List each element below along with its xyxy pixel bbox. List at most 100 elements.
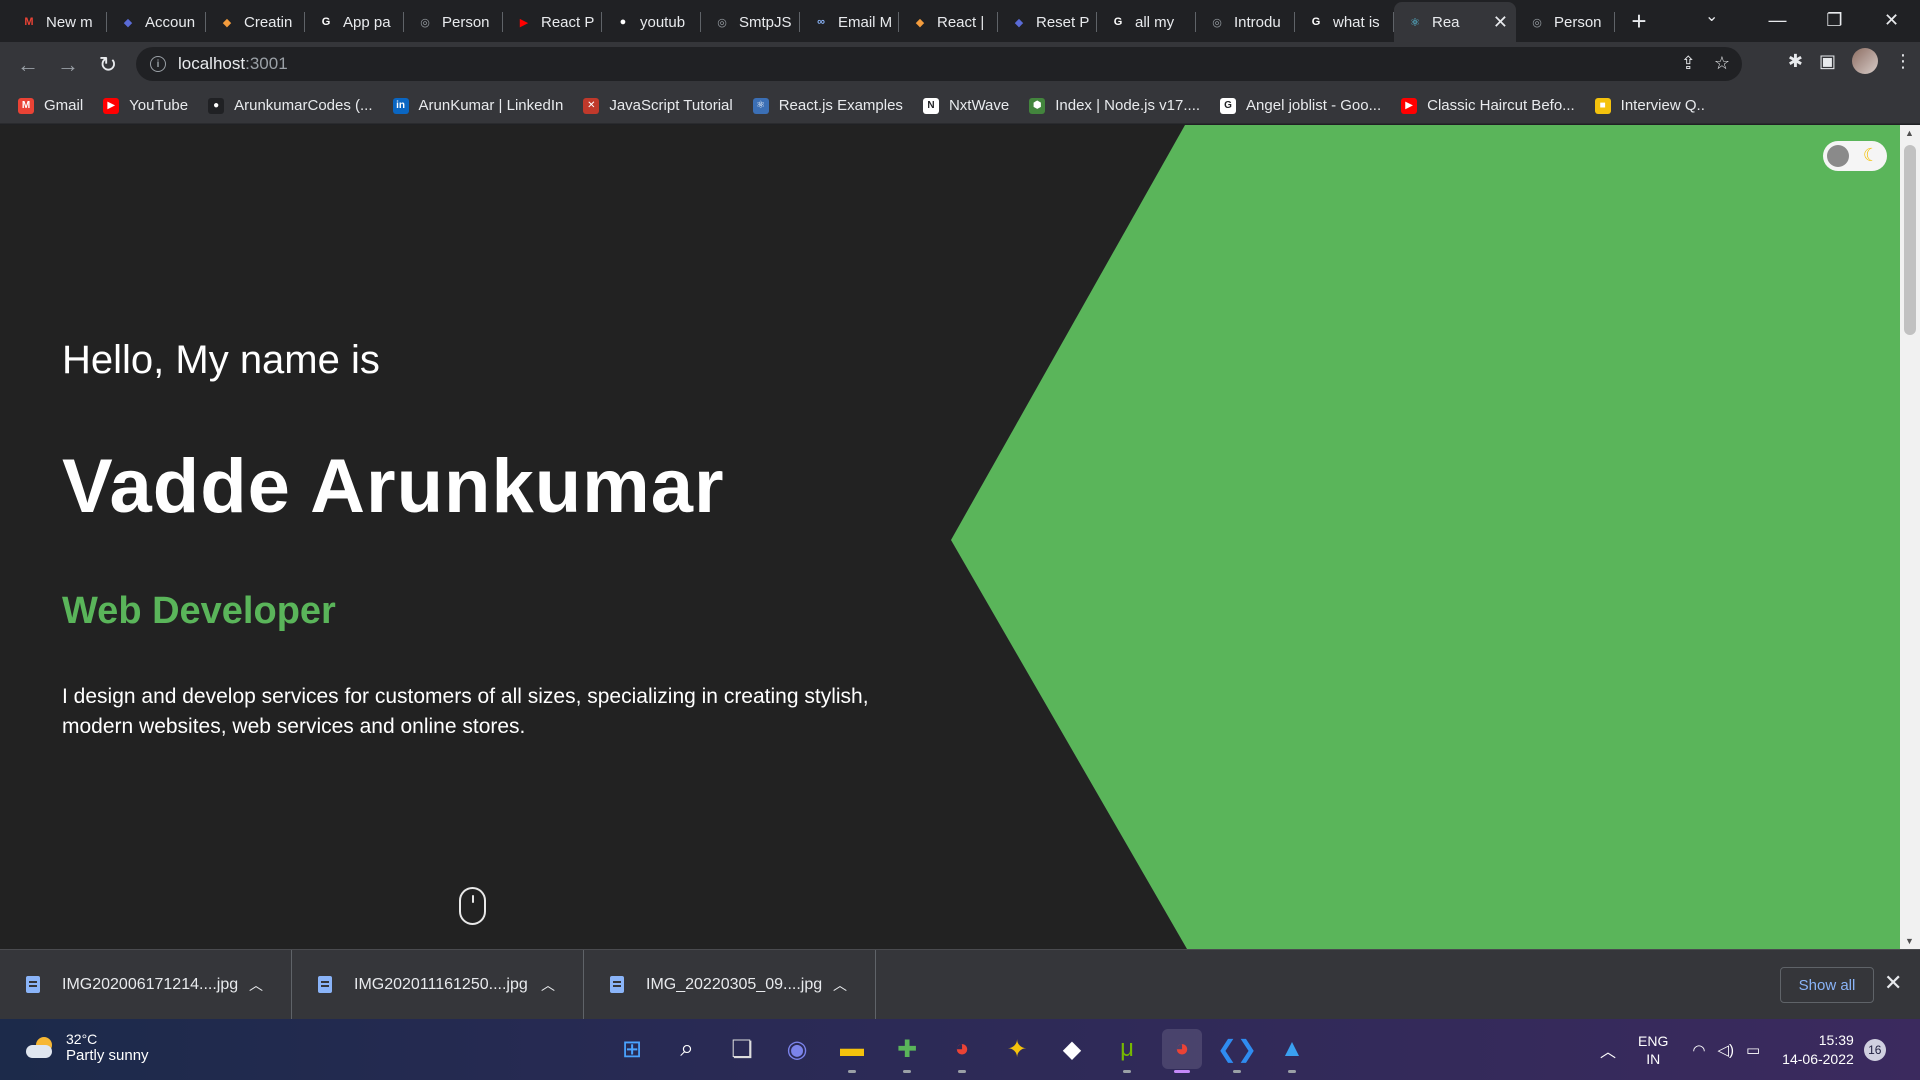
close-tab-icon[interactable]: ✕ [1493,12,1508,33]
tab-title: New m [46,13,93,31]
wifi-icon[interactable]: ◠ [1692,1041,1705,1059]
teams-chat-icon[interactable]: ◉ [777,1029,817,1069]
browser-tab[interactable]: Gall my [1097,2,1196,42]
bookmark-favicon-icon: ⚛ [752,97,769,114]
notification-badge[interactable]: 16 [1863,1038,1886,1061]
side-panel-icon[interactable]: ▣ [1819,51,1836,72]
download-list: IMG202006171214....jpg ︿ IMG202011161250..… [0,949,876,1020]
browser-tab[interactable]: ◆ React | [899,2,998,42]
scroll-down-arrow[interactable]: ▼ [1905,936,1914,946]
download-item[interactable]: IMG_20220305_09....jpg ︿ [584,949,876,1020]
tab-list: M New m ◆ Accoun ◆ Creatin G App pa ◎ Person ▶ Reac… [0,0,1615,42]
app-icon[interactable]: ✚ [887,1029,927,1073]
browser-tab[interactable]: ◎ Person [404,2,503,42]
portfolio-page: Hello, My name is Vadde Arunkumar Web De… [0,125,1900,949]
tab-title: Reset P [1036,13,1089,31]
browser-tab[interactable]: ◎ SmtpJS [701,2,800,42]
bookmark-item[interactable]: G Angel joblist - Goo... [1220,97,1381,114]
bookmark-label: JavaScript Tutorial [609,97,733,114]
python-app-icon[interactable]: ✦ [997,1029,1037,1069]
bookmark-item[interactable]: ⬢ Index | Node.js v17.... [1029,97,1200,114]
language-indicator[interactable]: ENG IN [1638,1032,1668,1068]
back-button[interactable]: ← [8,45,48,85]
download-item[interactable]: IMG202011161250....jpg ︿ [292,949,584,1020]
url-text[interactable]: localhost:3001 [178,54,288,74]
scroll-mouse-icon[interactable] [459,887,486,925]
restore-button[interactable]: ❐ [1806,10,1863,31]
show-hidden-icons-icon[interactable]: ︿ [1600,1038,1616,1062]
chrome-profile-icon[interactable]: ◕ [1162,1029,1202,1073]
browser-tab[interactable]: ◆ Creatin [206,2,305,42]
bookmark-item[interactable]: ● ArunkumarCodes (... [208,97,373,114]
scrollbar-thumb[interactable] [1904,145,1916,335]
chevron-up-icon[interactable]: ︿ [541,975,555,995]
browser-tab[interactable]: Gwhat is [1295,2,1394,42]
temperature: 32°C [66,1031,98,1047]
browser-tab[interactable]: ◆ Reset P [998,2,1097,42]
new-tab-button[interactable]: + [1619,1,1659,41]
bookmark-item[interactable]: ✕ JavaScript Tutorial [583,97,733,114]
show-all-downloads-button[interactable]: Show all [1780,967,1874,1003]
browser-tab[interactable]: ◆ Accoun [107,2,206,42]
bookmark-item[interactable]: ⚛ React.js Examples [752,97,903,114]
profile-avatar[interactable] [1852,48,1878,74]
browser-tab[interactable]: ◎ Introdu [1196,2,1295,42]
download-shelf: IMG202006171214....jpg ︿ IMG202011161250..… [0,949,1920,1020]
bookmark-favicon-icon: N [922,97,939,114]
bookmark-item[interactable]: in ArunKumar | LinkedIn [392,97,563,114]
tab-search-icon[interactable]: ⌄ [1705,6,1718,26]
tab-strip: M New m ◆ Accoun ◆ Creatin G App pa ◎ Person ▶ Reac… [0,0,1920,42]
vscode-icon[interactable]: ❮❯ [1217,1029,1257,1073]
mongodb-compass-icon[interactable]: ◆ [1052,1029,1092,1069]
browser-tab[interactable]: ∞ Email M [800,2,899,42]
close-window-button[interactable]: ✕ [1863,10,1920,31]
photos-icon[interactable]: ▲ [1272,1029,1312,1073]
browser-tab[interactable]: ◎ Person [1516,2,1615,42]
page-scrollbar[interactable]: ▲ ▼ [1900,125,1920,949]
minimize-button[interactable]: — [1749,10,1806,31]
bookmark-favicon-icon: M [18,97,34,114]
windows-taskbar: 32°C Partly sunny ⊞ ⌕ ❏ ◉ ▬ ✚ ◕ ✦ ◆ μ ◕ ❮❯ ▲ ︿ ENG I… [0,1019,1920,1080]
bookmark-star-icon[interactable]: ☆ [1714,53,1730,74]
download-filename: IMG_20220305_09....jpg [646,975,823,993]
search-icon[interactable]: ⌕ [667,1029,707,1069]
chrome-icon[interactable]: ◕ [942,1029,982,1073]
theme-toggle[interactable]: ☾ [1823,141,1887,171]
download-item[interactable]: IMG202006171214....jpg ︿ [0,949,292,1020]
task-view-icon[interactable]: ❏ [722,1029,762,1069]
forward-button[interactable]: → [48,45,88,85]
browser-tab[interactable]: ● youtub [602,2,701,42]
google-icon: G [1113,16,1123,28]
bookmark-item[interactable]: M Gmail [18,97,83,114]
postman-icon: ◆ [915,16,925,29]
windows-start-icon[interactable]: ⊞ [612,1029,652,1069]
browser-tab[interactable]: ▶ React P [503,2,602,42]
volume-icon[interactable]: ◁) [1717,1041,1734,1059]
file-explorer-icon[interactable]: ▬ [832,1029,872,1073]
browser-tab[interactable]: ⚛ Rea ✕ [1394,2,1516,42]
bookmark-item[interactable]: N NxtWave [922,97,1009,114]
chevron-up-icon[interactable]: ︿ [833,975,847,995]
browser-tab[interactable]: M New m [8,2,107,42]
bookmark-item[interactable]: ▶ Classic Haircut Befo... [1401,97,1575,114]
utorrent-icon[interactable]: μ [1107,1029,1147,1073]
clock[interactable]: 15:39 14-06-2022 [1782,1031,1854,1069]
role-title: Web Developer [62,590,336,632]
reload-button[interactable]: ↻ [88,45,128,85]
share-icon[interactable]: ⇪ [1681,53,1696,74]
site-info-icon[interactable]: i [150,56,166,72]
address-bar[interactable]: i localhost:3001 ⇪ ☆ [136,47,1742,81]
bookmark-item[interactable]: ▶ YouTube [103,97,188,114]
menu-icon[interactable]: ⋮ [1894,51,1912,72]
battery-icon[interactable]: ▭ [1746,1041,1760,1059]
bookmark-label: Gmail [44,97,84,114]
close-download-shelf-button[interactable]: ✕ [1884,970,1902,996]
scroll-up-arrow[interactable]: ▲ [1905,128,1914,138]
bookmark-favicon-icon: ■ [1594,97,1611,114]
bookmark-item[interactable]: ■ Interview Q.. [1594,97,1705,114]
browser-tab[interactable]: G App pa [305,2,404,42]
extensions-icon[interactable]: ✱ [1788,51,1803,72]
weather-widget[interactable]: 32°C Partly sunny [26,1031,149,1064]
tab-title: Accoun [145,13,196,31]
chevron-up-icon[interactable]: ︿ [249,975,263,995]
